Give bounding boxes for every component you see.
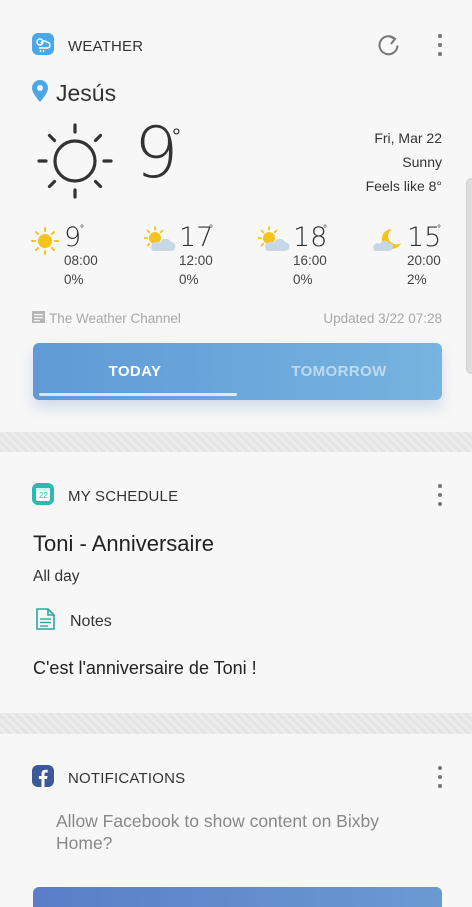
tab-indicator bbox=[39, 393, 237, 396]
current-degree-symbol: ° bbox=[172, 124, 181, 149]
event-title[interactable]: Toni - Anniversaire bbox=[33, 531, 214, 557]
forecast-degree: ° bbox=[323, 224, 327, 235]
current-conditions: Fri, Mar 22 Sunny Feels like 8° bbox=[366, 126, 442, 198]
sun-large-icon bbox=[36, 122, 114, 205]
forecast-precip: 0% bbox=[64, 272, 84, 287]
tab-tomorrow[interactable]: TOMORROW bbox=[237, 343, 441, 400]
edge-panel-handle[interactable] bbox=[466, 178, 472, 374]
location[interactable]: Jesús bbox=[32, 80, 116, 107]
feels-like: Feels like 8° bbox=[365, 178, 442, 194]
forecast-precip: 2% bbox=[407, 272, 427, 287]
schedule-title: MY SCHEDULE bbox=[68, 488, 179, 505]
note-text: C'est l'anniversaire de Toni ! bbox=[33, 658, 257, 678]
card-divider bbox=[0, 713, 472, 734]
current-temperature: 9 bbox=[134, 112, 179, 194]
weather-card[interactable]: WEATHER Jesús 9 ° Fri, Mar 22 Sunny Feel… bbox=[0, 0, 472, 432]
notification-message: Allow Facebook to show content on Bixby … bbox=[56, 811, 379, 853]
location-pin-icon bbox=[32, 80, 48, 107]
notes-icon bbox=[36, 608, 55, 635]
forecast-precip: 0% bbox=[293, 272, 313, 287]
forecast-time: 20:00 bbox=[407, 253, 441, 268]
forecast-temp: 9 bbox=[64, 222, 82, 253]
forecast-precip: 0% bbox=[179, 272, 199, 287]
tab-today[interactable]: TODAY bbox=[33, 343, 237, 400]
forecast-time: 12:00 bbox=[179, 253, 213, 268]
partly-cloudy-icon bbox=[143, 226, 176, 261]
sun-icon bbox=[30, 226, 60, 261]
forecast-time: 16:00 bbox=[293, 253, 327, 268]
weather-title: WEATHER bbox=[68, 38, 144, 55]
allow-button[interactable] bbox=[33, 887, 442, 907]
current-date: Fri, Mar 22 bbox=[374, 130, 442, 146]
forecast-time: 08:00 bbox=[64, 253, 98, 268]
refresh-icon[interactable] bbox=[376, 33, 401, 63]
updated-time: Updated 3/22 07:28 bbox=[323, 311, 442, 326]
calendar-day-number: 22 bbox=[39, 491, 48, 500]
weather-source-label: The Weather Channel bbox=[49, 311, 181, 326]
notes-row: Notes bbox=[36, 608, 112, 635]
forecast-degree: ° bbox=[209, 224, 213, 235]
day-tabs: TODAY TOMORROW bbox=[33, 343, 442, 400]
card-divider bbox=[0, 432, 472, 452]
current-condition: Sunny bbox=[402, 154, 442, 170]
notifications-title: NOTIFICATIONS bbox=[68, 770, 186, 787]
schedule-more-icon[interactable] bbox=[434, 484, 446, 506]
event-time: All day bbox=[33, 568, 80, 585]
schedule-header: MY SCHEDULE bbox=[32, 483, 178, 510]
partly-cloudy-icon bbox=[257, 226, 290, 261]
weather-more-icon[interactable] bbox=[434, 34, 446, 56]
notifications-header: NOTIFICATIONS bbox=[32, 765, 185, 792]
notifications-more-icon[interactable] bbox=[434, 766, 446, 788]
weather-header: WEATHER bbox=[32, 33, 143, 60]
notes-label: Notes bbox=[70, 612, 112, 630]
weather-channel-icon bbox=[32, 311, 45, 326]
location-name: Jesús bbox=[56, 80, 117, 106]
weather-app-icon bbox=[32, 33, 54, 60]
forecast-degree: ° bbox=[80, 224, 84, 235]
moon-cloud-icon bbox=[372, 226, 404, 261]
weather-source[interactable]: The Weather Channel bbox=[32, 311, 181, 326]
forecast-degree: ° bbox=[437, 224, 441, 235]
facebook-icon bbox=[32, 765, 54, 792]
